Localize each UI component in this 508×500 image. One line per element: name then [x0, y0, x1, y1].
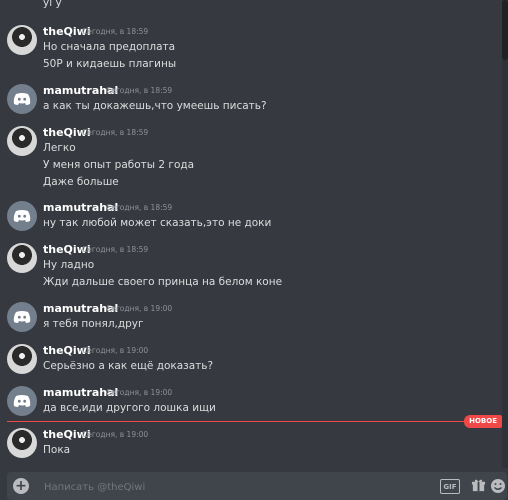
message-line: Но сначала предоплата: [43, 41, 176, 53]
discord-logo-icon: [13, 93, 31, 105]
chat-messages: уі у theQiwi Сегодня, в 18:59 Но сначала…: [0, 0, 508, 468]
timestamp: Сегодня, в 18:59: [106, 86, 173, 95]
scrollbar-thumb[interactable]: [502, 0, 508, 60]
message-line: Даже больше: [43, 176, 119, 188]
message-input[interactable]: [42, 478, 436, 496]
emoji-icon[interactable]: [490, 478, 506, 494]
message-line: да все,иди другого лошка ищи: [43, 402, 216, 414]
message-line: 50Р и кидаешь плагины: [43, 58, 177, 70]
discord-logo-icon: [13, 395, 31, 407]
message-line: Пока: [43, 444, 71, 456]
message-composer: + GIF: [7, 472, 507, 500]
timestamp: Сегодня, в 19:00: [106, 304, 173, 313]
message-line: У меня опыт работы 2 года: [43, 159, 195, 171]
avatar[interactable]: [7, 344, 37, 374]
message-line: Жди дальше своего принца на белом коне: [43, 276, 283, 288]
avatar[interactable]: [7, 386, 37, 416]
avatar[interactable]: [7, 201, 37, 231]
avatar[interactable]: [7, 243, 37, 273]
avatar[interactable]: [7, 126, 37, 156]
message-line: я тебя понял,друг: [43, 318, 144, 330]
new-messages-badge: НОВОЕ: [464, 415, 502, 428]
message-line: а как ты докажешь,что умеешь писать?: [43, 100, 267, 112]
timestamp: Сегодня, в 18:59: [82, 245, 149, 254]
avatar[interactable]: [7, 84, 37, 114]
avatar[interactable]: [7, 428, 37, 458]
gift-icon[interactable]: [471, 478, 486, 493]
avatar[interactable]: [7, 302, 37, 332]
message-line: Легко: [43, 142, 76, 154]
message-line: Серьёзно а как ещё доказать?: [43, 360, 214, 372]
timestamp: Сегодня, в 18:59: [106, 203, 173, 212]
timestamp: Сегодня, в 19:00: [106, 388, 173, 397]
scrollbar[interactable]: [502, 0, 508, 468]
message-line: ну так любой может сказать,это не доки: [43, 217, 272, 229]
timestamp: Сегодня, в 19:00: [82, 346, 149, 355]
message-line: Ну ладно: [43, 259, 95, 271]
new-messages-divider: [7, 421, 501, 422]
timestamp: Сегодня, в 18:59: [82, 128, 149, 137]
gif-icon[interactable]: GIF: [440, 479, 460, 494]
plus-circle-icon[interactable]: +: [13, 478, 29, 494]
avatar[interactable]: [7, 25, 37, 55]
previous-message-fragment: уі у: [43, 0, 62, 9]
timestamp: Сегодня, в 18:59: [82, 27, 149, 36]
discord-logo-icon: [13, 311, 31, 323]
timestamp: Сегодня, в 19:00: [82, 430, 149, 439]
discord-logo-icon: [13, 210, 31, 222]
